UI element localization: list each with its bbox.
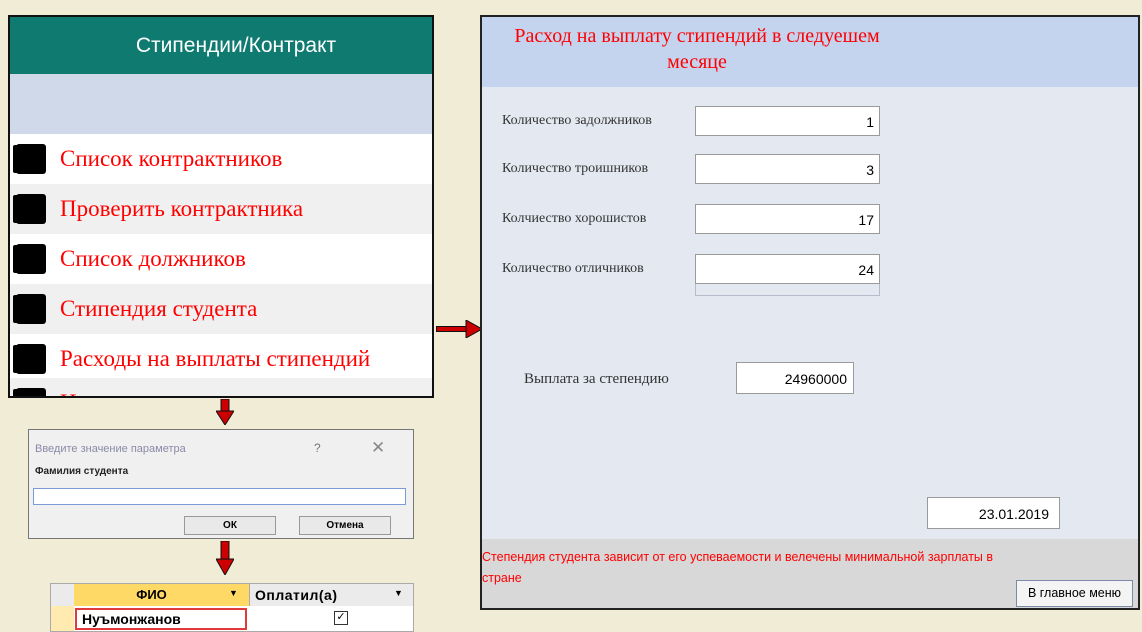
menu-band <box>10 74 432 134</box>
a-students-count-label: Количество отличников <box>502 261 644 276</box>
b-students-count-label: Колчиество хорошистов <box>502 211 647 226</box>
date-field[interactable]: 23.01.2019 <box>927 497 1060 529</box>
menu-title: Стипендии/Контракт <box>10 17 432 74</box>
c-students-count-field[interactable]: 3 <box>695 154 880 184</box>
payment-field[interactable]: 24960000 <box>736 362 854 394</box>
switchboard-menu: Стипендии/Контракт Список контрактников … <box>8 15 434 398</box>
field-divider <box>695 284 880 296</box>
column-header-fio[interactable]: ФИО <box>74 584 250 606</box>
menu-bullet-icon <box>16 144 46 174</box>
menu-bullet-icon <box>16 294 46 324</box>
chevron-down-icon[interactable]: ▼ <box>229 588 238 598</box>
menu-item-scholarship-expenses[interactable]: Расходы на выплаты стипендий <box>10 334 432 384</box>
parameter-dialog: Введите значение параметра ? ✕ Фамилия с… <box>28 429 414 539</box>
menu-bullet-icon <box>16 244 46 274</box>
arrow-right-icon <box>436 320 482 338</box>
result-table: ФИО ▼ Оплатил(а) ▼ Нуъмонжанов ✓ <box>50 583 414 632</box>
form-title: Расход на выплату стипендий в следуешем … <box>514 25 880 73</box>
payment-label: Выплата за степендию <box>524 371 669 387</box>
main-menu-button[interactable]: В главное меню <box>1016 580 1133 607</box>
dialog-prompt: Фамилия студента <box>35 466 129 477</box>
menu-bullet-icon <box>16 194 46 224</box>
paid-checkbox[interactable]: ✓ <box>334 611 348 625</box>
arrow-down-icon <box>216 399 234 425</box>
menu-item-check-contractor[interactable]: Проверить контрактника <box>10 184 432 234</box>
menu-item-label: Расходы на выплаты стипендий <box>60 346 371 371</box>
menu-item-label: Список контрактников <box>60 146 283 171</box>
menu-bullet-icon <box>16 388 46 396</box>
ok-button[interactable]: ОК <box>184 516 276 535</box>
surname-input[interactable] <box>33 488 406 505</box>
debtors-count-field[interactable]: 1 <box>695 106 880 136</box>
arrow-down-icon <box>216 541 234 575</box>
b-students-count-field[interactable]: 17 <box>695 204 880 234</box>
menu-item-label: Назад <box>60 390 118 396</box>
c-students-count-label: Количество троишников <box>502 161 649 176</box>
menu-item-contractors-list[interactable]: Список контрактников <box>10 134 432 184</box>
help-icon[interactable]: ? <box>314 441 321 455</box>
menu-item-student-scholarship[interactable]: Стипендия студента <box>10 284 432 334</box>
menu-item-back[interactable]: Назад <box>10 378 432 396</box>
menu-item-label: Проверить контрактника <box>60 196 304 221</box>
close-icon[interactable]: ✕ <box>371 438 385 458</box>
expenses-form: Расход на выплату стипендий в следуешем … <box>480 15 1140 610</box>
menu-bullet-icon <box>16 344 46 374</box>
menu-item-label: Стипендия студента <box>60 296 258 321</box>
footer-note: Степендия студента зависит от его успева… <box>482 550 994 585</box>
chevron-down-icon[interactable]: ▼ <box>394 588 403 598</box>
debtors-count-label: Количество задолжников <box>502 113 652 128</box>
row-selector[interactable] <box>51 606 74 631</box>
a-students-count-field[interactable]: 24 <box>695 254 880 284</box>
table-cell-fio[interactable]: Нуъмонжанов <box>75 608 247 630</box>
menu-item-label: Список должников <box>60 246 246 271</box>
menu-item-debtors-list[interactable]: Список должников <box>10 234 432 284</box>
cancel-button[interactable]: Отмена <box>299 516 391 535</box>
column-header-paid[interactable]: Оплатил(а) <box>255 584 338 606</box>
dialog-title: Введите значение параметра <box>35 443 186 455</box>
